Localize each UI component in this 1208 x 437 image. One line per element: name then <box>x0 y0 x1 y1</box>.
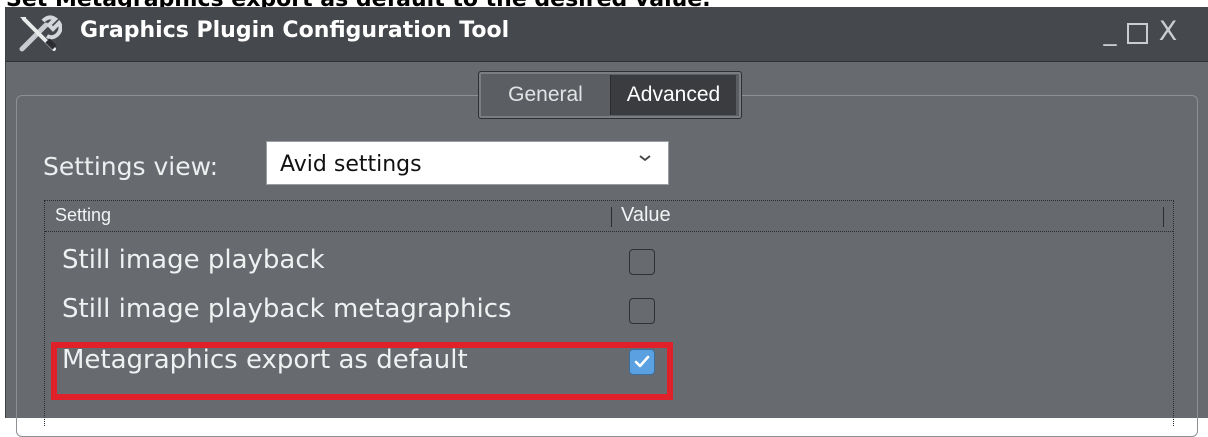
setting-checkbox[interactable] <box>629 249 655 275</box>
table-row: Still image playback metagraphics <box>45 292 1173 332</box>
table-header: Setting Value <box>45 201 1173 232</box>
settings-view-dropdown[interactable]: Avid settings <box>266 141 669 185</box>
table-row: Metagraphics export as default <box>45 343 1173 383</box>
maximize-icon[interactable] <box>1122 15 1152 49</box>
column-divider[interactable] <box>1163 207 1164 227</box>
title-bar: Graphics Plugin Configuration Tool _ X <box>6 7 1208 62</box>
tab-advanced[interactable]: Advanced <box>610 75 736 115</box>
column-divider[interactable] <box>611 207 612 227</box>
checkmark-icon <box>634 355 650 368</box>
setting-label: Metagraphics export as default <box>62 345 468 375</box>
table-row: Still image playback <box>45 243 1173 283</box>
column-header-value: Value <box>621 204 671 226</box>
setting-label: Still image playback metagraphics <box>62 294 512 324</box>
tools-icon <box>16 13 63 55</box>
settings-table: Setting Value Still image playback Still… <box>44 200 1174 426</box>
tab-bar: General Advanced <box>478 71 742 119</box>
tab-general[interactable]: General <box>483 75 608 115</box>
setting-checkbox[interactable] <box>629 349 655 375</box>
close-icon[interactable]: X <box>1153 15 1183 49</box>
minimize-icon[interactable]: _ <box>1095 15 1125 49</box>
setting-checkbox[interactable] <box>629 298 655 324</box>
settings-view-selected: Avid settings <box>280 152 422 177</box>
setting-label: Still image playback <box>62 245 325 275</box>
column-header-setting: Setting <box>55 205 112 225</box>
config-window: Graphics Plugin Configuration Tool _ X G… <box>5 7 1208 437</box>
settings-view-label: Settings view: <box>43 152 219 181</box>
window-title: Graphics Plugin Configuration Tool <box>80 18 510 43</box>
chevron-down-icon <box>635 148 655 168</box>
